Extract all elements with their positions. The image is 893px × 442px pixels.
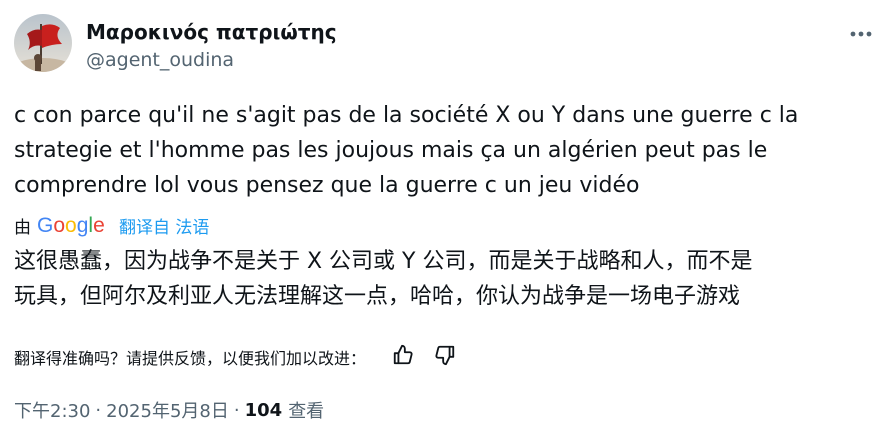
author-handle[interactable]: @agent_oudina — [86, 49, 234, 71]
tweet-text-line: comprendre lol vous pensez que la guerre… — [14, 173, 640, 198]
tweet-meta: 下午2:30 · 2025年5月8日 · 104 查看 — [14, 396, 324, 424]
translated-by-label: 由 — [14, 217, 31, 238]
author-name[interactable]: Μαροκινός πατριώτης — [86, 20, 337, 44]
tweet-text: c con parce qu'il ne s'agit pas de la so… — [14, 98, 879, 203]
translated-text-line: 玩具，但阿尔及利亚人无法理解这一点，哈哈，你认为战争是一场电子游戏 — [14, 284, 741, 309]
translated-by-row: 由 Google 翻译自 法语 — [14, 211, 209, 239]
translation-source-link[interactable]: 翻译自 法语 — [119, 213, 209, 238]
thumbs-up-icon — [392, 344, 414, 370]
meta-separator: · — [233, 399, 240, 421]
author-avatar[interactable] — [14, 14, 72, 72]
translated-text: 这很愚蠢，因为战争不是关于 X 公司或 Y 公司，而是关于战略和人，而不是 玩具… — [14, 244, 879, 314]
views-label: 查看 — [288, 401, 325, 422]
more-horizontal-icon — [849, 23, 873, 42]
views-count: 104 — [244, 399, 283, 421]
tweet-time[interactable]: 下午2:30 — [14, 397, 90, 423]
tweet-header: Μαροκινός πατριώτης @agent_oudina — [14, 14, 879, 78]
tweet-text-line: strategie et l'homme pas les joujous mai… — [14, 138, 768, 163]
feedback-label: 翻译得准确吗？请提供反馈，以便我们加以改进： — [14, 349, 367, 368]
tweet-date[interactable]: 2025年5月8日 — [106, 397, 229, 423]
more-options-button[interactable] — [843, 18, 879, 46]
thumbs-up-button[interactable] — [386, 342, 420, 372]
meta-separator: · — [95, 399, 102, 421]
translation-feedback-row: 翻译得准确吗？请提供反馈，以便我们加以改进： — [14, 342, 470, 372]
google-logo: Google — [37, 213, 111, 237]
avatar-image — [14, 14, 72, 72]
tweet-text-line: c con parce qu'il ne s'agit pas de la so… — [14, 103, 799, 128]
thumbs-down-button[interactable] — [428, 342, 462, 372]
thumbs-down-icon — [434, 344, 456, 370]
translated-text-line: 这很愚蠢，因为战争不是关于 X 公司或 Y 公司，而是关于战略和人，而不是 — [14, 249, 753, 274]
google-logo-text: Google — [37, 214, 105, 237]
